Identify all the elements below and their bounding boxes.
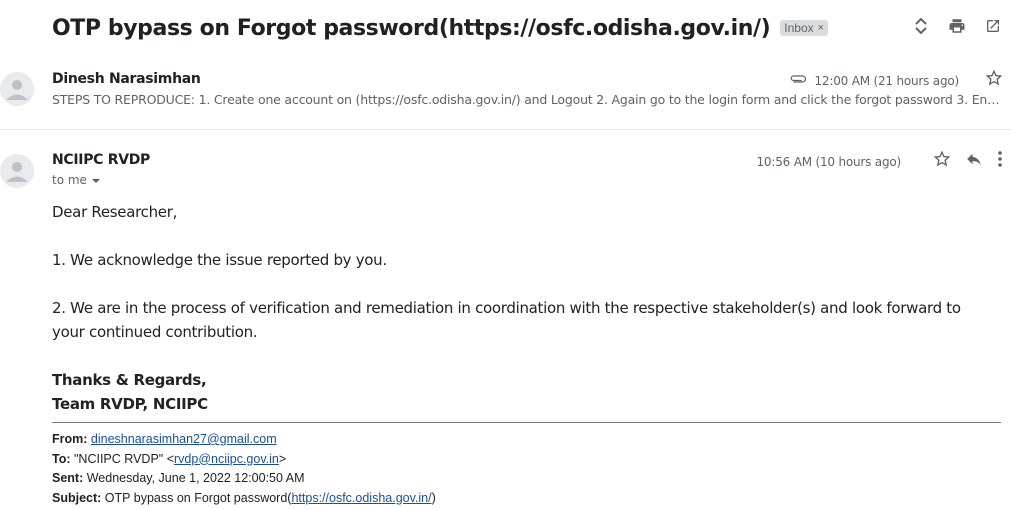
sender-name: Dinesh Narasimhan xyxy=(52,71,201,87)
sender-name: NCIIPC RVDP xyxy=(52,152,151,168)
quoted-from: From: dineshnarasimhan27@gmail.com xyxy=(52,432,277,446)
quote-divider xyxy=(52,422,1001,423)
quoted-headers: From: dineshnarasimhan27@gmail.com To: "… xyxy=(52,430,436,508)
thread-actions xyxy=(911,16,1003,36)
quoted-sent: Sent: Wednesday, June 1, 2022 12:00:50 A… xyxy=(52,471,305,485)
message-time: 12:00 AM (21 hours ago) xyxy=(814,73,960,88)
to-line: to me xyxy=(52,173,87,187)
greeting: Dear Researcher, xyxy=(52,203,178,221)
signature-line: Team RVDP, NCIIPC xyxy=(52,395,208,413)
recipients-toggle[interactable]: to me xyxy=(52,173,101,187)
message-time: 10:56 AM (10 hours ago) xyxy=(756,154,902,169)
subject-row: OTP bypass on Forgot password(https://os… xyxy=(52,14,1011,42)
quoted-to: To: "NCIIPC RVDP" <rvdp@nciipc.gov.in> xyxy=(52,451,287,466)
star-icon[interactable] xyxy=(985,69,1003,92)
message-meta: 12:00 AM (21 hours ago) xyxy=(789,69,1004,92)
star-icon[interactable] xyxy=(933,150,951,173)
message-meta: 10:56 AM (10 hours ago) xyxy=(757,150,1004,173)
body-paragraph: 1. We acknowledge the issue reported by … xyxy=(52,251,387,269)
label-text: Inbox xyxy=(784,21,814,35)
open-new-window-icon[interactable] xyxy=(983,16,1003,36)
signature-line: Thanks & Regards, xyxy=(52,371,207,389)
message-snippet: STEPS TO REPRODUCE: 1. Create one accoun… xyxy=(52,92,1002,107)
print-icon[interactable] xyxy=(947,16,967,36)
remove-label-icon[interactable]: × xyxy=(818,22,824,34)
expand-collapse-icon[interactable] xyxy=(911,16,931,36)
message-body: Dear Researcher, 1. We acknowledge the i… xyxy=(52,200,992,416)
body-paragraph: 2. We are in the process of verification… xyxy=(52,299,961,341)
message-collapsed[interactable]: Dinesh Narasimhan 12:00 AM (21 hours ago… xyxy=(0,64,1011,130)
inbox-label-chip[interactable]: Inbox × xyxy=(780,20,829,36)
avatar xyxy=(0,154,34,188)
dropdown-arrow-icon[interactable] xyxy=(91,173,101,187)
avatar xyxy=(0,72,34,106)
attachment-icon xyxy=(789,72,807,90)
reply-icon[interactable] xyxy=(965,150,983,173)
more-options-icon[interactable] xyxy=(997,150,1003,173)
thread-subject: OTP bypass on Forgot password(https://os… xyxy=(52,15,771,41)
from-email-link[interactable]: dineshnarasimhan27@gmail.com xyxy=(91,432,277,446)
quoted-subject: Subject: OTP bypass on Forgot password(h… xyxy=(52,490,436,505)
to-email-link[interactable]: rvdp@nciipc.gov.in xyxy=(174,452,279,466)
subject-link[interactable]: https://osfc.odisha.gov.in/ xyxy=(291,491,431,505)
